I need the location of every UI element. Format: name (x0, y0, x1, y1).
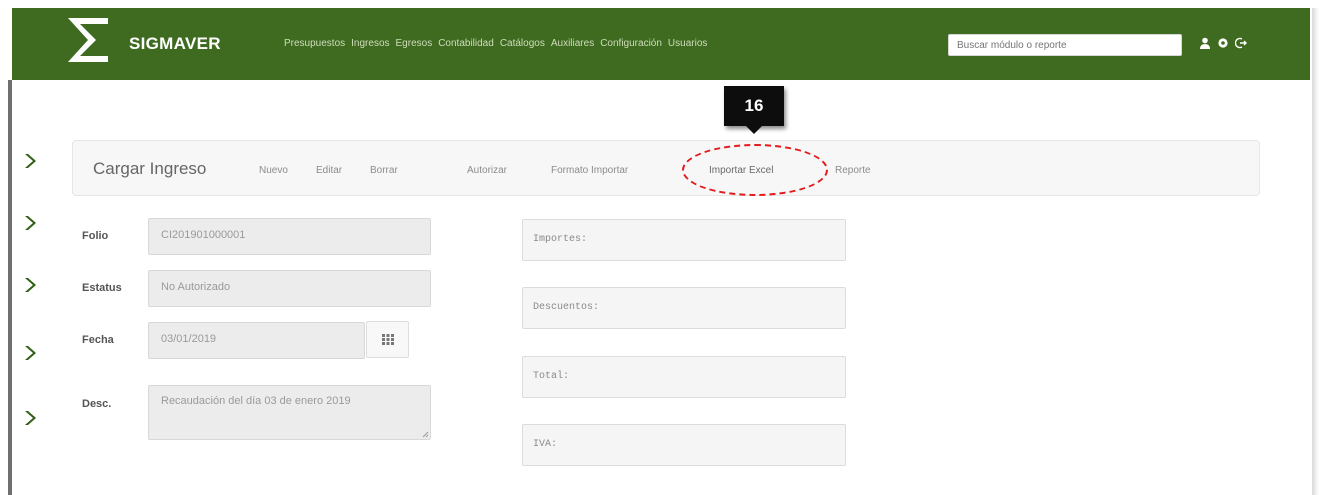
desc-label: Desc. (82, 398, 112, 410)
chevron-right-icon[interactable] (22, 344, 40, 362)
nuevo-button[interactable]: Nuevo (259, 165, 288, 176)
user-icon[interactable] (1198, 36, 1211, 50)
callout-tail (746, 126, 762, 134)
calendar-button[interactable] (366, 321, 409, 358)
iva-box: IVA: (522, 424, 846, 466)
estatus-field[interactable]: No Autorizado (148, 270, 431, 307)
nav-ingresos[interactable]: Ingresos (351, 38, 389, 49)
main-menu: Presupuestos Ingresos Egresos Contabilid… (284, 38, 707, 49)
gear-icon[interactable] (1216, 36, 1229, 50)
autorizar-button[interactable]: Autorizar (467, 165, 507, 176)
nav-auxiliares[interactable]: Auxiliares (551, 38, 594, 49)
editar-button[interactable]: Editar (316, 165, 342, 176)
folio-label: Folio (82, 230, 109, 242)
app-window: SIGMAVER Presupuestos Ingresos Egresos C… (0, 0, 1319, 495)
nav-catalogos[interactable]: Catálogos (500, 38, 545, 49)
borrar-button[interactable]: Borrar (370, 165, 398, 176)
nav-configuracion[interactable]: Configuración (600, 38, 662, 49)
resize-grip-icon[interactable] (422, 431, 429, 438)
nav-icons (1198, 36, 1247, 50)
action-toolbar: Cargar Ingreso Nuevo Editar Borrar Autor… (72, 140, 1260, 196)
page-title: Cargar Ingreso (93, 159, 207, 178)
descuentos-box: Descuentos: (522, 287, 846, 329)
formato-importar-button[interactable]: Formato Importar (551, 165, 628, 176)
desc-textarea[interactable]: Recaudación del día 03 de enero 2019 (148, 385, 431, 440)
fecha-label: Fecha (82, 334, 114, 346)
step-callout: 16 (724, 86, 784, 126)
highlight-ellipse (682, 144, 828, 196)
chevron-right-icon[interactable] (22, 214, 40, 232)
chevron-right-icon[interactable] (22, 152, 40, 170)
nav-presupuestos[interactable]: Presupuestos (284, 38, 345, 49)
right-shadow (1312, 8, 1319, 495)
reporte-button[interactable]: Reporte (835, 165, 871, 176)
nav-contabilidad[interactable]: Contabilidad (438, 38, 494, 49)
logo-icon[interactable] (62, 14, 114, 68)
total-box: Total: (522, 356, 846, 398)
left-border (8, 80, 12, 495)
chevron-right-icon[interactable] (22, 409, 40, 427)
nav-egresos[interactable]: Egresos (396, 38, 433, 49)
brand-name[interactable]: SIGMAVER (129, 34, 221, 54)
fecha-field[interactable]: 03/01/2019 (148, 322, 365, 359)
top-navbar: SIGMAVER Presupuestos Ingresos Egresos C… (12, 8, 1310, 80)
search-input[interactable] (948, 34, 1182, 56)
nav-usuarios[interactable]: Usuarios (668, 38, 707, 49)
chevron-right-icon[interactable] (22, 276, 40, 294)
estatus-label: Estatus (82, 282, 122, 294)
importes-box: Importes: (522, 219, 846, 261)
calendar-icon (381, 334, 394, 345)
logout-icon[interactable] (1234, 36, 1247, 50)
folio-field[interactable]: CI201901000001 (148, 218, 431, 255)
